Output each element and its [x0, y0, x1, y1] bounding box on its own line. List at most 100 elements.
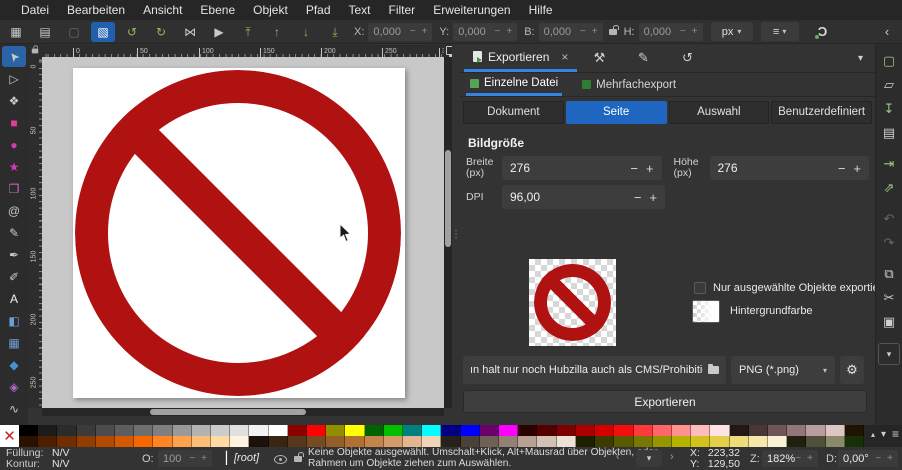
- color-swatch[interactable]: [691, 436, 710, 447]
- color-swatch[interactable]: [480, 436, 499, 447]
- export-width-input[interactable]: 276 −+: [502, 156, 662, 180]
- color-swatch[interactable]: [441, 436, 460, 447]
- x-input[interactable]: 0,000 −+: [368, 23, 432, 41]
- color-swatch[interactable]: [211, 436, 230, 447]
- transform-bbox-icon[interactable]: ▧: [91, 22, 115, 42]
- dropper-tool[interactable]: ◆: [2, 354, 26, 375]
- color-swatch[interactable]: [134, 436, 153, 447]
- layer-visibility-icon[interactable]: [274, 455, 287, 464]
- color-swatch[interactable]: [749, 425, 768, 436]
- rotate-cw-icon[interactable]: ↻: [149, 22, 173, 42]
- open-document-icon[interactable]: ▱: [877, 72, 901, 96]
- color-swatch[interactable]: [115, 425, 134, 436]
- snap-toggle-button[interactable]: Ɔ: [813, 22, 833, 42]
- menu-item[interactable]: Pfad: [297, 0, 340, 20]
- select-all-layers-icon[interactable]: ▤: [33, 22, 57, 42]
- flip-vertical-icon[interactable]: ▶: [207, 22, 231, 42]
- color-swatch[interactable]: [480, 425, 499, 436]
- color-swatch[interactable]: [19, 436, 38, 447]
- color-swatch[interactable]: [653, 425, 672, 436]
- color-swatch[interactable]: [422, 436, 441, 447]
- horizontal-scrollbar[interactable]: [42, 408, 444, 416]
- plus-icon[interactable]: +: [853, 161, 861, 176]
- color-swatch[interactable]: [595, 425, 614, 436]
- color-swatch[interactable]: [787, 425, 806, 436]
- calligraphy-tool[interactable]: ✐: [2, 266, 26, 287]
- wrench-icon[interactable]: ⚒: [577, 44, 621, 72]
- save-document-icon[interactable]: ↧: [877, 96, 901, 120]
- color-swatch[interactable]: [192, 436, 211, 447]
- filename-input[interactable]: ın halt nur noch Hubzilla auch als CMS/P…: [463, 356, 726, 384]
- color-swatch[interactable]: [576, 425, 595, 436]
- color-swatch[interactable]: [19, 425, 38, 436]
- paint-bucket-tool[interactable]: ◈: [2, 376, 26, 397]
- color-swatch[interactable]: [365, 425, 384, 436]
- pencil-tool[interactable]: ✎: [2, 222, 26, 243]
- more-icon[interactable]: ▾: [878, 343, 900, 365]
- color-swatch[interactable]: [403, 436, 422, 447]
- color-swatch[interactable]: [845, 436, 864, 447]
- color-swatch[interactable]: [518, 436, 537, 447]
- shape-builder-tool[interactable]: ❖: [2, 90, 26, 111]
- prohibition-sign-object[interactable]: [75, 70, 401, 396]
- color-swatch[interactable]: [806, 425, 825, 436]
- color-swatch[interactable]: [730, 436, 749, 447]
- color-swatch[interactable]: [249, 425, 268, 436]
- color-swatch[interactable]: [38, 436, 57, 447]
- export-area-button[interactable]: Seite: [566, 101, 667, 124]
- pen-tool[interactable]: ✒: [2, 244, 26, 265]
- color-swatch[interactable]: [634, 425, 653, 436]
- color-swatch[interactable]: [826, 425, 845, 436]
- vertical-ruler[interactable]: 050100150200250: [28, 57, 42, 408]
- duplicate-icon[interactable]: ⧉: [877, 261, 901, 285]
- color-swatch[interactable]: [230, 425, 249, 436]
- import-icon[interactable]: ⇥: [877, 151, 901, 175]
- box-3d-tool[interactable]: ❐: [2, 178, 26, 199]
- stroke-value[interactable]: N/V: [52, 458, 70, 470]
- gradient-tool[interactable]: ◧: [2, 310, 26, 331]
- color-swatch[interactable]: [307, 436, 326, 447]
- color-swatch[interactable]: [269, 436, 288, 447]
- color-swatch[interactable]: [211, 425, 230, 436]
- color-swatch[interactable]: [115, 436, 134, 447]
- spiral-tool[interactable]: @: [2, 200, 26, 221]
- color-swatch[interactable]: [595, 436, 614, 447]
- color-swatch[interactable]: [710, 425, 729, 436]
- color-swatch[interactable]: [345, 425, 364, 436]
- y-input[interactable]: 0,000 −+: [453, 23, 517, 41]
- export-icon[interactable]: ⇗: [877, 175, 901, 199]
- height-input[interactable]: 0,000 −+: [639, 23, 703, 41]
- color-swatch[interactable]: [192, 425, 211, 436]
- mesh-gradient-tool[interactable]: ▦: [2, 332, 26, 353]
- folder-icon[interactable]: [708, 366, 719, 374]
- deselect-icon[interactable]: ▢: [62, 22, 86, 42]
- tab-batch-export[interactable]: Mehrfachexport: [578, 73, 680, 96]
- redo-icon[interactable]: ↷: [877, 230, 901, 254]
- color-swatch[interactable]: [153, 425, 172, 436]
- star-tool[interactable]: ★: [2, 156, 26, 177]
- node-editor-tool[interactable]: ▷: [2, 68, 26, 89]
- color-swatch[interactable]: [365, 436, 384, 447]
- color-swatch[interactable]: [537, 436, 556, 447]
- plus-icon[interactable]: +: [201, 453, 207, 464]
- color-swatch[interactable]: [249, 436, 268, 447]
- minus-icon[interactable]: −: [680, 26, 686, 37]
- color-swatch[interactable]: [269, 425, 288, 436]
- color-swatch[interactable]: [134, 425, 153, 436]
- dock-menu-chevron[interactable]: ▾: [858, 44, 863, 72]
- plus-icon[interactable]: +: [422, 26, 428, 37]
- color-swatch[interactable]: [326, 436, 345, 447]
- menu-item[interactable]: Datei: [12, 0, 58, 20]
- lower-to-bottom-icon[interactable]: ⤓: [323, 22, 347, 42]
- color-swatch[interactable]: [153, 436, 172, 447]
- color-swatch[interactable]: [57, 436, 76, 447]
- color-swatch[interactable]: [77, 425, 96, 436]
- palette-scroll-down-icon[interactable]: ▾: [881, 429, 886, 440]
- color-swatch[interactable]: [845, 425, 864, 436]
- color-swatch[interactable]: [768, 436, 787, 447]
- ellipse-tool[interactable]: ●: [2, 134, 26, 155]
- raise-to-top-icon[interactable]: ⤒: [236, 22, 260, 42]
- draw-dialog-icon[interactable]: ✎: [621, 44, 665, 72]
- flip-horizontal-icon[interactable]: ⋈: [178, 22, 202, 42]
- dpi-input[interactable]: 96,00 −+: [502, 185, 665, 209]
